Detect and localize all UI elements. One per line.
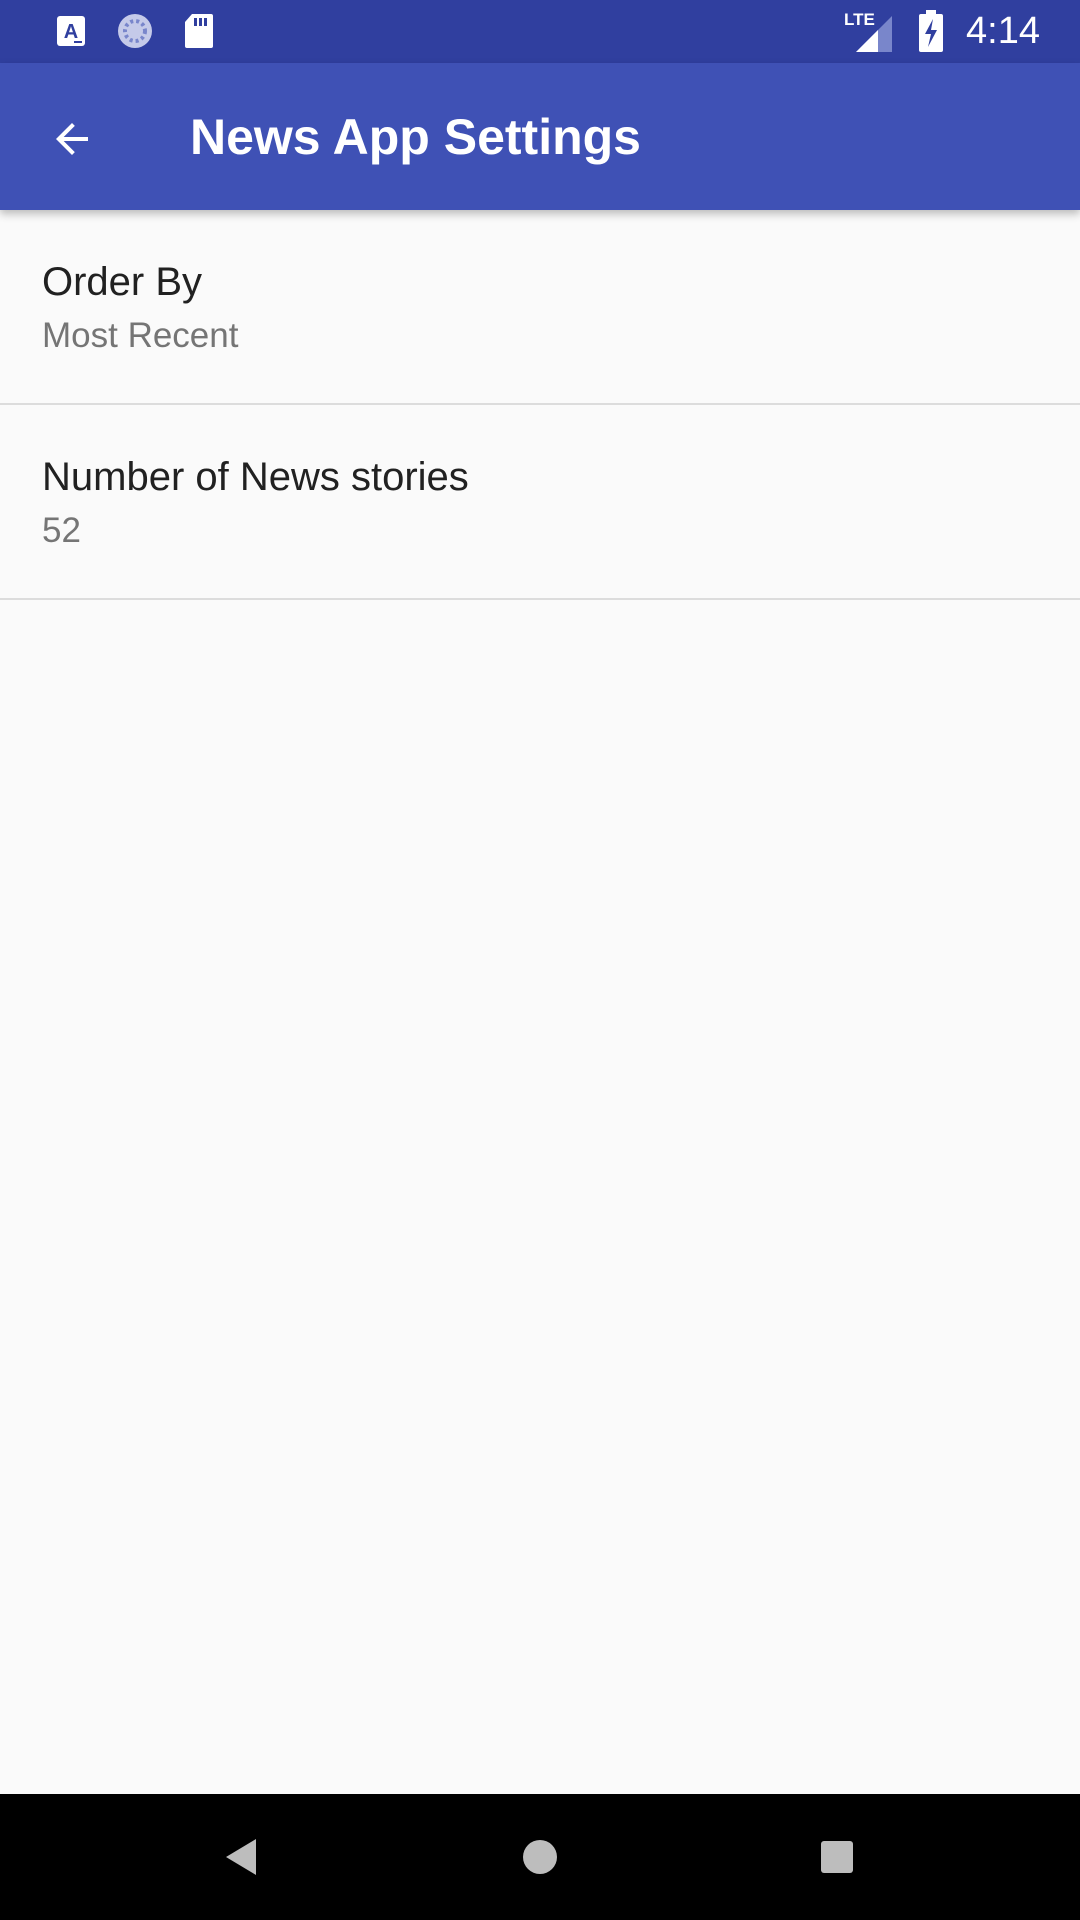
arrow-back-icon: [56, 123, 88, 155]
preference-title: Number of News stories: [42, 455, 469, 499]
recents-square-icon: [821, 1841, 853, 1873]
preference-number-of-stories[interactable]: Number of News stories 52: [0, 405, 1080, 600]
preference-summary: 52: [42, 511, 81, 550]
preferences-list: Order By Most Recent Number of News stor…: [0, 210, 1080, 600]
preference-order-by[interactable]: Order By Most Recent: [0, 210, 1080, 405]
nav-back-button[interactable]: [200, 1822, 280, 1892]
back-triangle-icon: [226, 1839, 256, 1875]
nav-recents-button[interactable]: [797, 1822, 877, 1892]
status-time: 4:14: [966, 9, 1040, 52]
back-button[interactable]: [34, 101, 110, 177]
accessibility-a-icon: A: [52, 12, 90, 50]
loading-circle-icon: [116, 12, 154, 50]
battery-charging-icon: [918, 10, 944, 52]
sd-card-icon: [180, 12, 218, 50]
preference-title: Order By: [42, 260, 203, 304]
home-circle-icon: [523, 1840, 557, 1874]
app-bar: News App Settings: [0, 63, 1080, 210]
lte-signal-icon: LTE: [844, 8, 896, 54]
status-icons-left: A: [52, 12, 218, 50]
status-icons-right: LTE 4:14: [844, 8, 1040, 54]
status-bar: A LTE 4:14: [0, 0, 1080, 63]
svg-text:A: A: [64, 21, 78, 43]
navigation-bar: [0, 1794, 1080, 1920]
nav-home-button[interactable]: [500, 1822, 580, 1892]
preference-summary: Most Recent: [42, 316, 239, 355]
page-title: News App Settings: [190, 109, 641, 165]
